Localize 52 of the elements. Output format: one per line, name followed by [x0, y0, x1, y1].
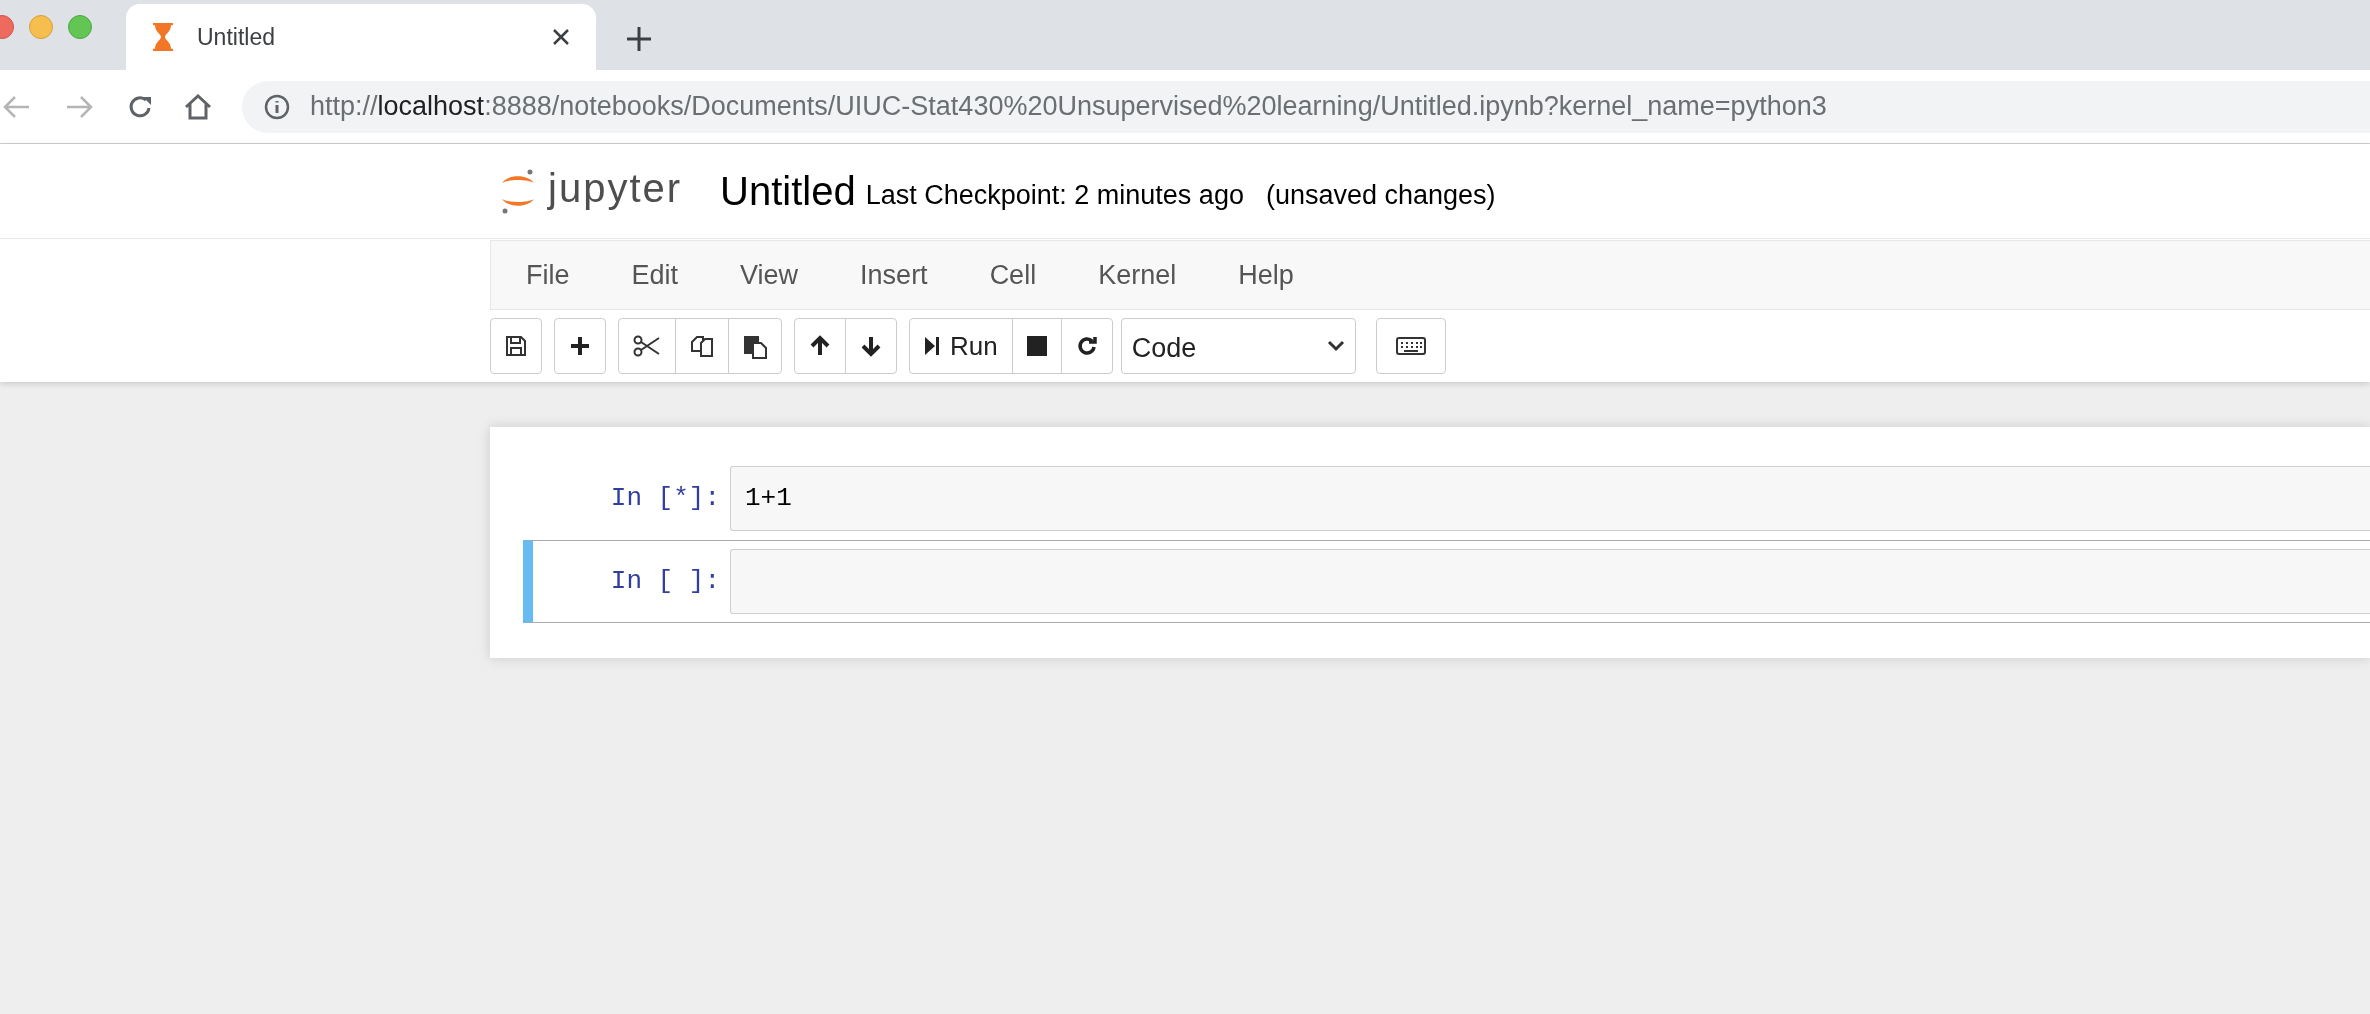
url-text: http://localhost:8888/notebooks/Documents/UIUC-Stat430%20Unsupervised%20learning/Untitled.ipynb?kernel_name=python3 [310, 90, 1827, 124]
cut-button[interactable] [618, 318, 676, 374]
checkpoint-status: Last Checkpoint: 2 minutes ago [865, 178, 1244, 212]
keyboard-icon [1395, 337, 1426, 355]
stop-icon [1026, 336, 1047, 356]
jupyter-logo-icon [500, 167, 536, 215]
menu-item[interactable]: Cell [989, 254, 1099, 296]
code-input[interactable]: 1+1 [730, 466, 2370, 531]
info-icon [264, 93, 290, 120]
menu-item[interactable]: Help [1238, 254, 1356, 296]
input-prompt: In [*]: [609, 482, 721, 515]
menu-item[interactable]: View [740, 254, 861, 296]
step-forward-icon [924, 335, 940, 357]
stop-button[interactable] [1011, 318, 1062, 374]
code-cell[interactable]: In [*]: 1+1 [523, 457, 2370, 540]
arrow-up-icon [809, 335, 831, 357]
tab-title: Untitled [197, 22, 275, 52]
copy-button[interactable] [675, 318, 729, 374]
menu-item[interactable]: Insert [860, 254, 990, 296]
restart-button[interactable] [1060, 318, 1113, 374]
move-up-button[interactable] [794, 318, 846, 374]
arrow-down-icon [860, 335, 882, 357]
save-status: (unsaved changes) [1265, 178, 1496, 212]
save-button[interactable] [490, 318, 542, 374]
paste-button[interactable] [728, 318, 782, 374]
hourglass-icon [152, 23, 174, 51]
home-icon[interactable] [184, 93, 212, 120]
copy-icon [690, 334, 714, 358]
input-prompt: In [ ]: [609, 565, 721, 598]
run-button[interactable]: Run [909, 318, 1013, 374]
new-tab-icon[interactable] [626, 26, 652, 52]
code-cell[interactable]: In [ ]: [523, 540, 2370, 623]
jupyter-logo-text: jupyter [548, 165, 683, 212]
add-cell-button[interactable] [554, 318, 606, 374]
code-input[interactable] [730, 549, 2370, 614]
menu-item[interactable]: Edit [631, 254, 741, 296]
plus-icon [569, 335, 591, 357]
scissors-icon [633, 335, 661, 357]
reload-icon [1075, 335, 1098, 357]
cell-type-dropdown[interactable]: Code [1120, 318, 1356, 374]
move-down-button[interactable] [845, 318, 897, 374]
notebook-name[interactable]: Untitled [720, 161, 856, 221]
close-icon[interactable] [552, 28, 570, 46]
address-bar[interactable]: http://localhost:8888/notebooks/Documents/UIUC-Stat430%20Unsupervised%20learning/Untitled.ipynb?kernel_name=python3 [242, 80, 2370, 133]
clipboard-icon [743, 333, 767, 359]
save-icon [505, 335, 527, 357]
browser-tab[interactable]: Untitled [126, 4, 596, 70]
chevron-down-icon [1326, 340, 1345, 352]
menu-item[interactable]: File [526, 254, 632, 296]
code-text: 1+1 [745, 482, 792, 515]
menu-item[interactable]: Kernel [1098, 254, 1239, 296]
keyboard-shortcuts-button[interactable] [1375, 318, 1446, 374]
